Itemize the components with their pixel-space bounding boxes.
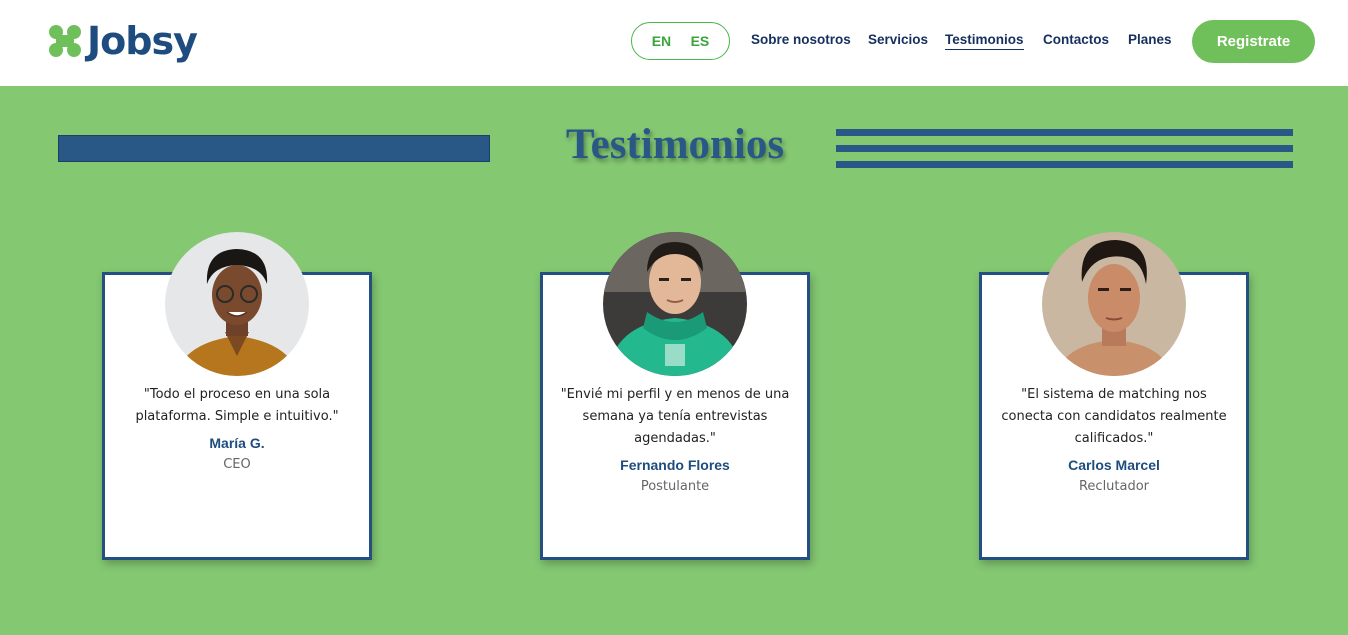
testimonial-quote: "Envié mi perfil y en menos de una seman… bbox=[555, 384, 795, 498]
avatar-photo-icon bbox=[1042, 232, 1186, 376]
nav-sobre-nosotros[interactable]: Sobre nosotros bbox=[751, 32, 851, 47]
testimonial-role: CEO bbox=[223, 457, 251, 472]
quote-text: "Todo el proceso en una sola plataforma.… bbox=[135, 387, 339, 424]
testimonial-role: Postulante bbox=[640, 479, 710, 494]
lang-es-button[interactable]: ES bbox=[691, 33, 710, 49]
title-decoration-stripe bbox=[836, 161, 1293, 168]
testimonial-name: María G. bbox=[209, 435, 265, 451]
avatar-photo-icon bbox=[603, 232, 747, 376]
testimonial-quote: "Todo el proceso en una sola plataforma.… bbox=[117, 384, 357, 476]
title-decoration-left bbox=[58, 135, 490, 162]
logo-mark-icon bbox=[49, 25, 81, 57]
title-decoration-stripe bbox=[836, 129, 1293, 136]
testimonial-role: Reclutador bbox=[1078, 479, 1150, 494]
testimonial-quote: "El sistema de matching nos conecta con … bbox=[994, 384, 1234, 498]
avatar-photo-icon bbox=[165, 232, 309, 376]
nav-servicios[interactable]: Servicios bbox=[868, 32, 928, 47]
title-decoration-stripe bbox=[836, 145, 1293, 152]
register-button[interactable]: Registrate bbox=[1192, 20, 1315, 63]
nav-contactos[interactable]: Contactos bbox=[1043, 32, 1109, 47]
quote-text: "El sistema de matching nos conecta con … bbox=[1001, 387, 1227, 446]
testimonial-name: Fernando Flores bbox=[620, 457, 730, 473]
language-switcher: EN ES bbox=[631, 22, 730, 60]
nav-planes[interactable]: Planes bbox=[1128, 32, 1172, 47]
nav-testimonios[interactable]: Testimonios bbox=[945, 32, 1024, 50]
testimonial-name: Carlos Marcel bbox=[1068, 457, 1160, 473]
lang-en-button[interactable]: EN bbox=[652, 33, 671, 49]
avatar bbox=[165, 232, 309, 376]
section-title: Testimonios bbox=[565, 121, 785, 168]
brand-name: Jobsy bbox=[87, 19, 198, 63]
quote-text: "Envié mi perfil y en menos de una seman… bbox=[560, 387, 790, 446]
site-header: Jobsy EN ES Sobre nosotros Servicios Tes… bbox=[0, 0, 1348, 86]
brand-logo[interactable]: Jobsy bbox=[47, 19, 198, 63]
avatar bbox=[1042, 232, 1186, 376]
avatar bbox=[603, 232, 747, 376]
